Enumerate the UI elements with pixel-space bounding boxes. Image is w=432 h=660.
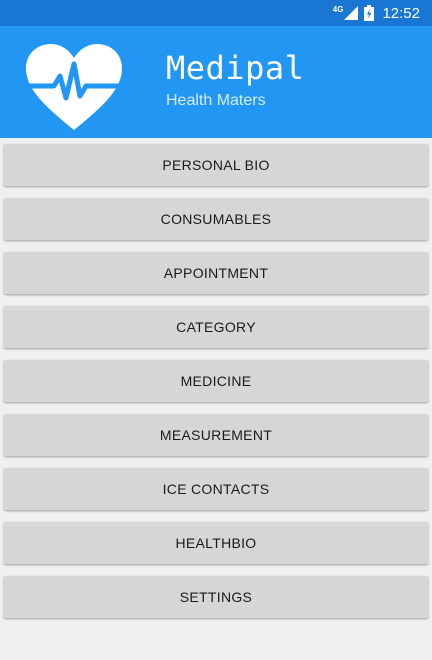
healthbio-button[interactable]: HEALTHBIO	[4, 522, 428, 564]
battery-icon	[364, 5, 375, 21]
network-type-label: 4G	[332, 4, 344, 14]
personal-bio-button[interactable]: PERSONAL BIO	[4, 144, 428, 186]
battery-indicator	[364, 5, 375, 21]
network-indicator: 4G	[332, 4, 359, 20]
app-header: Medipal Health Maters	[0, 26, 432, 138]
main-menu: PERSONAL BIO CONSUMABLES APPOINTMENT CAT…	[0, 138, 432, 618]
signal-icon	[344, 6, 359, 20]
clock: 12:52	[382, 4, 420, 22]
category-button[interactable]: CATEGORY	[4, 306, 428, 348]
appointment-button[interactable]: APPOINTMENT	[4, 252, 428, 294]
ice-contacts-button[interactable]: ICE CONTACTS	[4, 468, 428, 510]
medicine-button[interactable]: MEDICINE	[4, 360, 428, 402]
consumables-button[interactable]: CONSUMABLES	[4, 198, 428, 240]
app-title: Medipal	[166, 49, 305, 87]
header-text: Medipal Health Maters	[166, 48, 304, 110]
status-bar: 4G 12:52	[0, 0, 432, 26]
measurement-button[interactable]: MEASUREMENT	[4, 414, 428, 456]
app-subtitle: Health Maters	[166, 92, 266, 109]
heart-pulse-icon	[25, 44, 123, 130]
settings-button[interactable]: SETTINGS	[4, 576, 428, 618]
